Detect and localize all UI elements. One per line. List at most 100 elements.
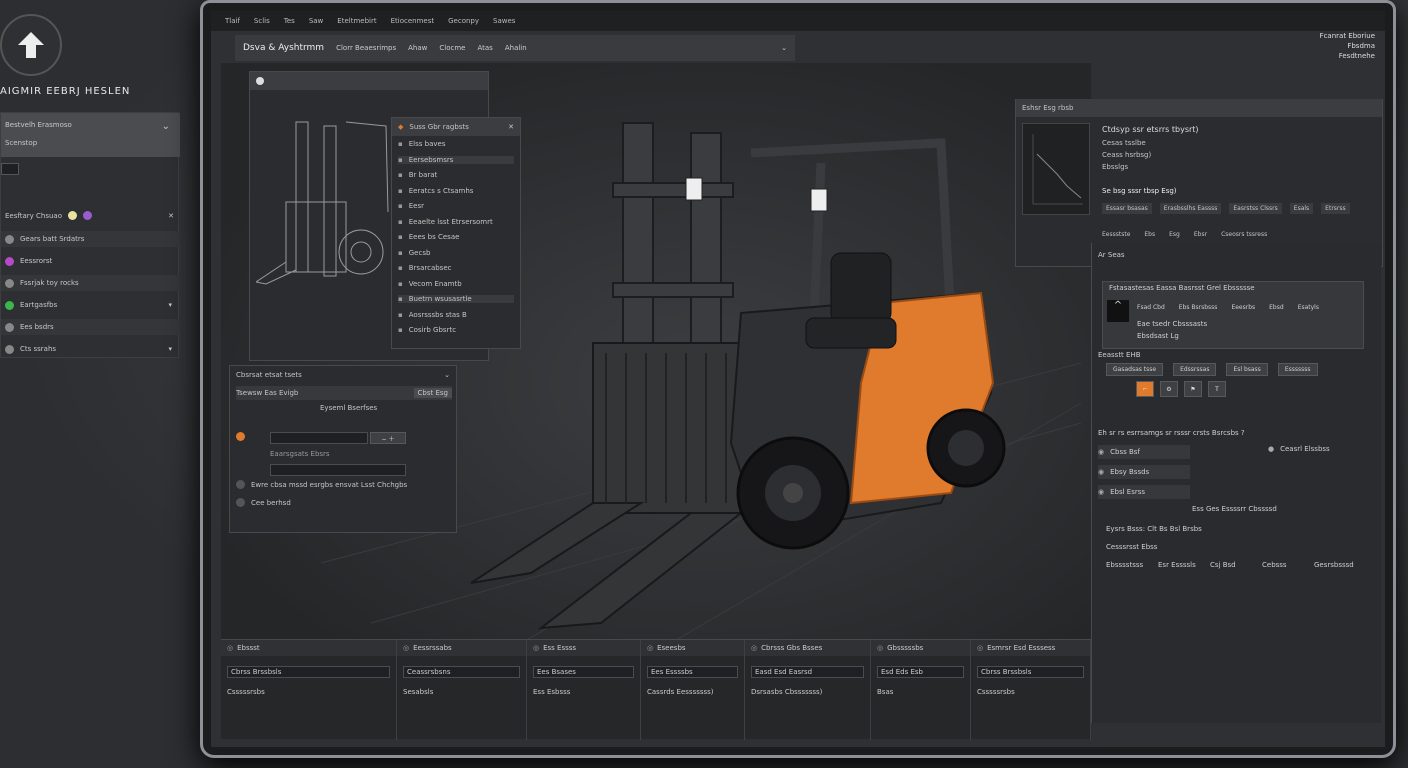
- floating-menu-item[interactable]: ▪ Buetrn wsusasrtle: [398, 295, 514, 303]
- right-option[interactable]: ◉ Cbss Bsf: [1098, 445, 1190, 459]
- radio-icon[interactable]: ◉: [1098, 448, 1104, 456]
- bottom-column-header[interactable]: ◎ Ebssst: [221, 640, 396, 656]
- right-nav-item[interactable]: Cesssrsst Ebss: [1106, 543, 1157, 551]
- bottom-column-header[interactable]: ◎ Eessrssabs: [397, 640, 526, 656]
- bottom-column-header[interactable]: ◎ Ess Essss: [527, 640, 640, 656]
- bottom-item[interactable]: Cbrss Brssbsls: [977, 666, 1084, 678]
- right-button-0[interactable]: Gasadsas tsse: [1106, 363, 1164, 376]
- menu-item-5[interactable]: Etiocenmest: [391, 17, 435, 25]
- inspector-tab-1[interactable]: Erasbsslhs Eassss: [1159, 203, 1222, 214]
- close-icon[interactable]: ✕: [508, 123, 514, 131]
- right-button-3[interactable]: Esssssss: [1277, 363, 1318, 376]
- radio-icon[interactable]: ◉: [1098, 488, 1104, 496]
- bottom-item[interactable]: Easd Esd Easrsd: [751, 666, 864, 678]
- layout-icon[interactable]: ⌐: [1136, 381, 1154, 397]
- bottom-column-header[interactable]: ◎ Cbrsss Gbs Bsses: [745, 640, 870, 656]
- flag-icon[interactable]: ⚑: [1184, 381, 1202, 397]
- bottom-item[interactable]: Csssssrsbs: [977, 688, 1084, 696]
- left-list-item[interactable]: Eartgasfbs ▾: [1, 297, 180, 313]
- list-row[interactable]: Ebsdsast Lg: [1137, 332, 1179, 340]
- bottom-item[interactable]: Bsas: [877, 688, 964, 696]
- menu-item-7[interactable]: Sawes: [493, 17, 515, 25]
- radio-icon[interactable]: ●: [1268, 445, 1274, 453]
- bottom-item[interactable]: Ees Bsases: [533, 666, 634, 678]
- toolbar-item-3[interactable]: Atas: [477, 44, 492, 52]
- gear-icon[interactable]: ⚙: [1160, 381, 1178, 397]
- bottom-column-header[interactable]: ◎ Gbsssssbs: [871, 640, 970, 656]
- toolbar-item-2[interactable]: Clocme: [439, 44, 465, 52]
- left-list-item[interactable]: Fssrjak toy rocks: [1, 275, 180, 291]
- right-nav-item[interactable]: Eysrs Bsss: Clt Bs Bsl Brsbs: [1106, 525, 1202, 533]
- floating-menu-item[interactable]: ▪ Eesr: [398, 202, 514, 210]
- left-list-item[interactable]: Eessrorst: [1, 253, 180, 269]
- left-list-item[interactable]: Ees bsdrs: [1, 319, 180, 335]
- right-nav-item[interactable]: Gesrsbsssd: [1314, 561, 1354, 569]
- bottom-column-header[interactable]: ◎ Eseesbs: [641, 640, 744, 656]
- left-panel-header[interactable]: Bestvelh Erasmoso ⌄: [1, 113, 180, 157]
- left-list-item[interactable]: Gears batt Srdatrs: [1, 231, 180, 247]
- floating-menu-item[interactable]: ▪ Elss baves: [398, 140, 514, 148]
- bottom-item[interactable]: Cassrds Eesssssss): [647, 688, 738, 696]
- right-nav-item[interactable]: Esr Essssls: [1158, 561, 1196, 569]
- left-panel-field[interactable]: [1, 163, 19, 175]
- bottom-item[interactable]: Ess Esbsss: [533, 688, 634, 696]
- right-option[interactable]: ◉ Ebsy Bssds: [1098, 465, 1190, 479]
- inspector-icon-label-1[interactable]: Ebs: [1144, 231, 1155, 238]
- properties-select[interactable]: Eaarsgsats Ebsrs: [270, 450, 330, 458]
- floating-menu-item[interactable]: ▪ Cosirb Gbsrtc: [398, 326, 514, 334]
- menu-item-1[interactable]: Sclis: [254, 17, 270, 25]
- inspector-tab-4[interactable]: Etrsrss: [1321, 203, 1350, 214]
- right-button-2[interactable]: Esl bsass: [1226, 363, 1268, 376]
- menu-item-0[interactable]: Tlaif: [225, 17, 240, 25]
- menu-item-4[interactable]: Eteltmebirt: [337, 17, 376, 25]
- bottom-item[interactable]: Esd Eds Esb: [877, 666, 964, 678]
- menu-item-2[interactable]: Tes: [284, 17, 295, 25]
- chevron-down-icon[interactable]: ⌄: [444, 371, 450, 379]
- right-option-b[interactable]: ● Ceasrl Elssbss: [1268, 445, 1330, 453]
- left-list-item[interactable]: Cts ssrahs ▾: [1, 341, 180, 357]
- inspector-tab-3[interactable]: Esals: [1289, 203, 1314, 214]
- properties-stepper[interactable]: − ＋: [370, 432, 406, 444]
- right-nav-item[interactable]: Ebsssstsss: [1106, 561, 1143, 569]
- menu-item-6[interactable]: Geconpy: [448, 17, 479, 25]
- dropdown-icon[interactable]: ▾: [168, 301, 172, 309]
- floating-menu-item[interactable]: ▪ Eeratcs s Ctsamhs: [398, 187, 514, 195]
- chevron-down-icon[interactable]: ⌄: [781, 44, 787, 52]
- floating-menu-item[interactable]: ▪ Br barat: [398, 171, 514, 179]
- inspector-tab-0[interactable]: Essasr bsasas: [1102, 203, 1152, 214]
- inspector-icon-label-2[interactable]: Esg: [1169, 231, 1180, 238]
- text-icon[interactable]: T: [1208, 381, 1226, 397]
- bottom-column-header[interactable]: ◎ Esmrsr Esd Esssess: [971, 640, 1090, 656]
- orange-dot-icon[interactable]: [236, 432, 245, 441]
- radio-icon[interactable]: ◉: [1098, 468, 1104, 476]
- close-icon[interactable]: ✕: [168, 212, 174, 220]
- toolbar-item-4[interactable]: Ahalin: [505, 44, 527, 52]
- bottom-item[interactable]: Csssssrsbs: [227, 688, 390, 696]
- properties-tag[interactable]: Cbst Esg: [413, 388, 452, 398]
- inspector-icon-label-3[interactable]: Ebsr: [1194, 231, 1207, 238]
- right-button-1[interactable]: Edssrssas: [1173, 363, 1217, 376]
- chevron-down-icon[interactable]: ⌄: [162, 121, 170, 132]
- right-option[interactable]: ◉ Ebsl Esrss: [1098, 485, 1190, 499]
- list-row[interactable]: Eae tsedr Cbsssasts: [1137, 320, 1207, 328]
- dropdown-icon[interactable]: ▾: [168, 345, 172, 353]
- inspector-tab-2[interactable]: Easrstss Clssrs: [1229, 203, 1282, 214]
- floating-menu-item[interactable]: ▪ Eees bs Cesae: [398, 233, 514, 241]
- toolbar-item-0[interactable]: Clorr Beaesrimps: [336, 44, 396, 52]
- toolbar-title[interactable]: Dsva & Ayshtrmm: [243, 43, 324, 53]
- floating-menu-item[interactable]: ▪ Vecom Enamtb: [398, 280, 514, 288]
- floating-menu-item[interactable]: ▪ Gecsb: [398, 249, 514, 257]
- floating-menu-item[interactable]: ▪ Eeaelte lsst Etrsersomrt: [398, 218, 514, 226]
- inspector-icon-label-4[interactable]: Cseosrs tssress: [1221, 231, 1267, 238]
- floating-menu-item[interactable]: ▪ Aosrsssbs stas B: [398, 311, 514, 319]
- bottom-item[interactable]: Sesabsls: [403, 688, 520, 696]
- floating-menu-item[interactable]: ▪ Eersebsmsrs: [398, 155, 514, 164]
- right-nav-item[interactable]: Cebsss: [1262, 561, 1287, 569]
- properties-field-2[interactable]: [270, 464, 406, 476]
- menu-item-3[interactable]: Saw: [309, 17, 323, 25]
- bottom-item[interactable]: Ceassrsbsns: [403, 666, 520, 678]
- floating-menu-item[interactable]: ▪ Brsarcabsec: [398, 264, 514, 272]
- bottom-item[interactable]: Cbrss Brssbsls: [227, 666, 390, 678]
- right-nav-item[interactable]: Csj Bsd: [1210, 561, 1236, 569]
- properties-field-1[interactable]: [270, 432, 368, 444]
